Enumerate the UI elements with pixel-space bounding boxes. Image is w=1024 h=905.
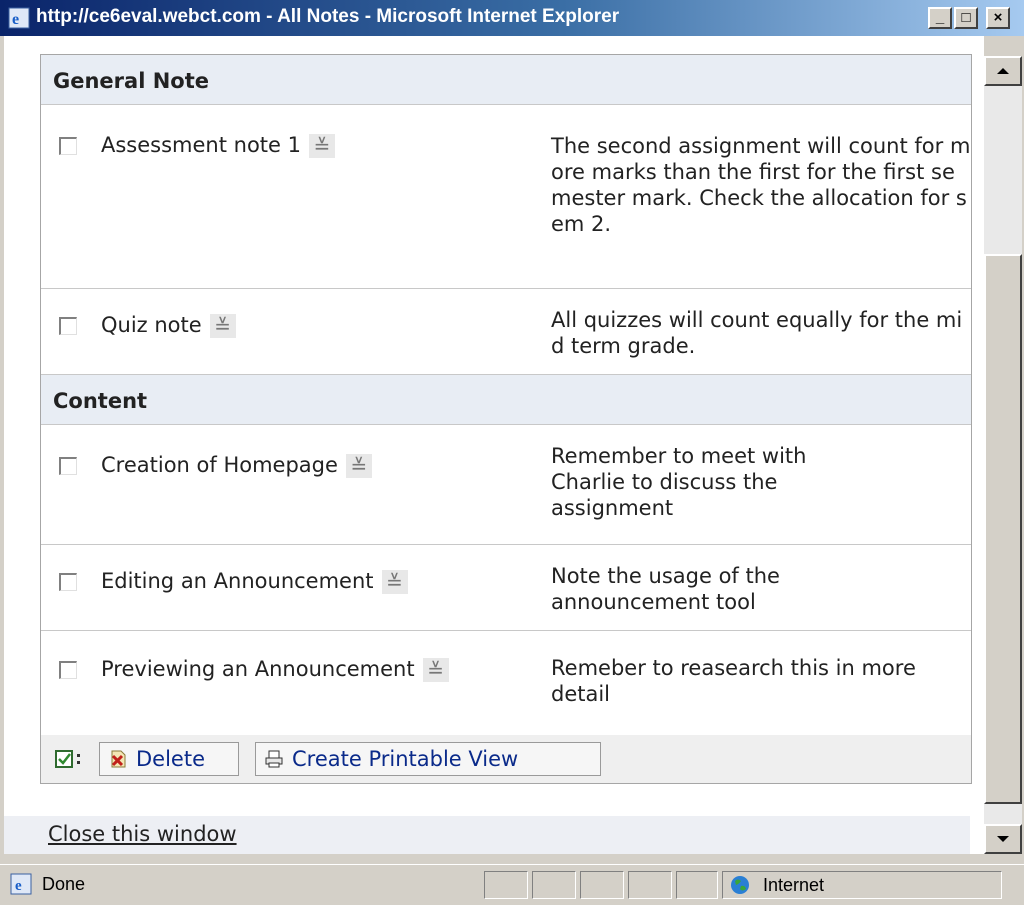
svg-text:e: e <box>15 878 22 894</box>
delete-icon <box>111 750 126 768</box>
page-content: General Note Assessment note 1 ≚ The seco… <box>4 36 984 854</box>
section-header-general-note: General Note <box>41 55 971 105</box>
svg-text:e: e <box>12 11 19 28</box>
ie-icon: e <box>8 7 30 29</box>
note-title: Quiz note <box>101 313 202 337</box>
minimize-button[interactable]: _ <box>928 7 952 29</box>
zone-label: Internet <box>763 875 825 895</box>
note-row: Creation of Homepage ≚ Remember to meet w… <box>41 425 971 545</box>
note-row: Previewing an Announcement ≚ Remeber to r… <box>41 631 971 735</box>
status-bar: e Done Internet <box>0 864 1024 905</box>
status-panel <box>580 871 624 899</box>
page-done-icon: e <box>10 873 32 895</box>
row-checkbox[interactable] <box>59 457 77 475</box>
selected-items-check-icon <box>55 750 80 768</box>
note-menu-icon[interactable]: ≚ <box>422 658 449 682</box>
section-title: Content <box>53 389 148 413</box>
close-window-button[interactable]: × <box>986 7 1010 29</box>
note-text: The second assignment will count for mor… <box>551 134 971 236</box>
status-panel <box>532 871 576 899</box>
globe-icon <box>731 876 749 894</box>
note-text: All quizzes will count equally for the m… <box>551 308 963 358</box>
note-menu-icon[interactable]: ≚ <box>345 454 372 478</box>
status-panel <box>484 871 528 899</box>
note-row: Quiz note ≚ All quizzes will count equall… <box>41 289 971 375</box>
row-checkbox[interactable] <box>59 137 77 155</box>
scroll-up-button[interactable] <box>984 56 1022 86</box>
scroll-down-button[interactable] <box>984 824 1022 854</box>
vertical-scrollbar[interactable] <box>984 56 1022 854</box>
note-text: Remeber to reasearch this in more detail <box>551 656 916 706</box>
notes-panel: General Note Assessment note 1 ≚ The seco… <box>40 54 972 784</box>
arrow-up-icon <box>997 68 1009 74</box>
scrollbar-thumb[interactable] <box>984 254 1022 804</box>
row-checkbox[interactable] <box>59 317 77 335</box>
note-menu-icon[interactable]: ≚ <box>381 570 408 594</box>
status-text: Done <box>42 874 86 894</box>
note-row: Editing an Announcement ≚ Note the usage … <box>41 545 971 631</box>
note-title: Creation of Homepage <box>101 453 338 477</box>
window-title: http://ce6eval.webct.com - All Notes - M… <box>36 6 620 27</box>
status-panel <box>628 871 672 899</box>
delete-button[interactable]: Delete <box>99 742 239 776</box>
maximize-button[interactable]: □ <box>954 7 978 29</box>
note-title: Editing an Announcement <box>101 569 374 593</box>
browser-window: e http://ce6eval.webct.com - All Notes -… <box>0 0 1024 905</box>
note-title: Previewing an Announcement <box>101 657 415 681</box>
row-checkbox[interactable] <box>59 661 77 679</box>
note-menu-icon[interactable]: ≚ <box>209 314 236 338</box>
row-checkbox[interactable] <box>59 573 77 591</box>
note-title: Assessment note 1 <box>101 133 301 157</box>
note-row: Assessment note 1 ≚ The second assignment… <box>41 105 971 289</box>
printer-icon <box>265 750 283 768</box>
note-text: Note the usage of the announcement tool <box>551 564 780 614</box>
close-window-link[interactable]: Close this window <box>48 822 237 846</box>
section-title: General Note <box>53 69 209 93</box>
title-bar: e http://ce6eval.webct.com - All Notes -… <box>0 0 1024 36</box>
section-header-content: Content <box>41 375 971 425</box>
security-zone: Internet <box>722 871 1002 899</box>
close-bar: Close this window <box>4 816 970 854</box>
status-panel <box>676 871 718 899</box>
note-menu-icon[interactable]: ≚ <box>309 134 335 158</box>
action-bar: Delete Create Printable View <box>41 735 971 783</box>
arrow-down-icon <box>997 836 1009 842</box>
create-printable-view-button[interactable]: Create Printable View <box>255 742 601 776</box>
note-text: Remember to meet with Charlie to discuss… <box>551 444 807 520</box>
